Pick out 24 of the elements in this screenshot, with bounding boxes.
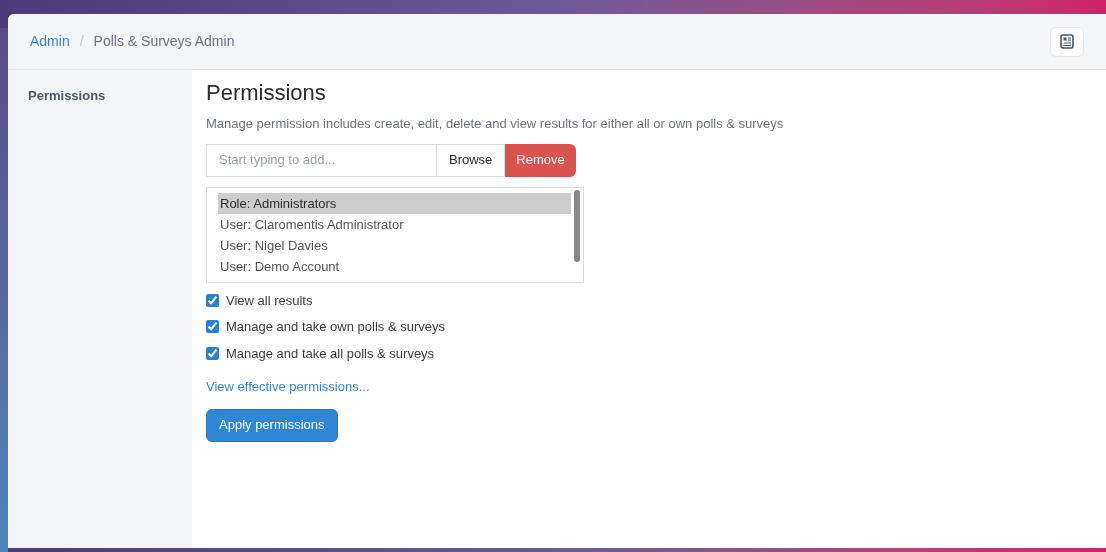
description: Manage permission includes create, edit, delete and view results for either all or own polls & surveys xyxy=(206,115,785,133)
page-layout-button[interactable] xyxy=(1050,26,1084,57)
checkbox[interactable] xyxy=(206,346,219,360)
search-field[interactable]: Start typing to add... xyxy=(206,143,437,177)
page-title: Permissions xyxy=(206,79,327,107)
breadcrumb-separator: / xyxy=(79,32,84,51)
remove-button[interactable]: Remove xyxy=(505,143,576,177)
principal-list[interactable]: Role: Administrators User: Claromentis Administrator User: Nigel Davies User: Demo Account xyxy=(206,186,584,283)
checkbox[interactable] xyxy=(206,293,219,307)
breadcrumb-current: Polls & Surveys Admin xyxy=(93,32,235,51)
sidebar-item[interactable]: Permissions xyxy=(28,86,172,106)
document-icon xyxy=(1060,34,1074,49)
checkbox-label: View all results xyxy=(226,291,313,310)
list-option[interactable]: User: Demo Account xyxy=(218,255,571,277)
apply-button[interactable]: Apply permissions xyxy=(206,408,338,442)
list-option[interactable]: User: Claromentis Administrator xyxy=(218,213,571,235)
checkbox-label: Manage and take all polls & surveys xyxy=(226,344,435,363)
list-option[interactable]: User: Nigel Davies xyxy=(218,234,571,256)
scrollbar-thumb[interactable] xyxy=(574,189,580,262)
checkbox-label: Manage and take own polls & surveys xyxy=(226,318,445,336)
view-permissions-link[interactable]: View effective permissions... xyxy=(206,377,370,397)
browse-button[interactable]: Browse xyxy=(437,143,506,177)
checkbox[interactable] xyxy=(206,320,219,334)
list-option[interactable]: Role: Administrators xyxy=(218,192,571,214)
